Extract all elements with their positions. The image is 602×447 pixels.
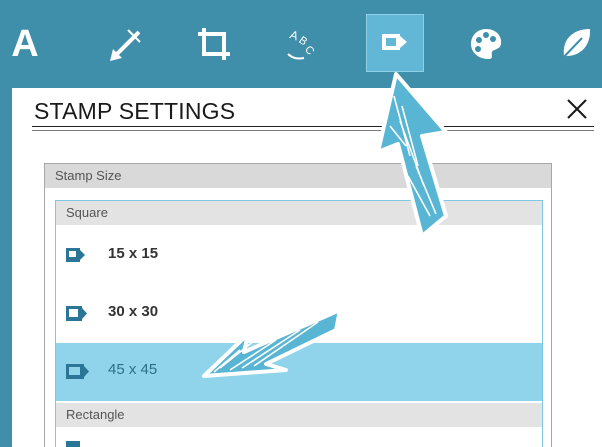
size-option-15x15[interactable]: 15 x 15 xyxy=(56,227,542,285)
palette-icon xyxy=(471,29,502,59)
stamp-square-icon xyxy=(66,306,87,321)
size-option-45x45[interactable]: 45 x 45 xyxy=(56,343,542,401)
size-option-30x30[interactable]: 30 x 30 xyxy=(56,285,542,343)
crop-icon xyxy=(198,28,230,60)
toolbar: A A B C xyxy=(0,0,602,88)
title-divider xyxy=(32,126,594,127)
group-header-square: Square xyxy=(56,201,542,225)
size-option-label: 30 x 30 xyxy=(108,303,159,320)
stamp-tool-button[interactable] xyxy=(366,14,424,72)
close-icon xyxy=(567,99,587,119)
svg-text:C: C xyxy=(302,44,316,58)
nature-tool-button[interactable] xyxy=(548,16,602,72)
crop-tool-button[interactable] xyxy=(186,16,242,72)
stamp-size-section: Stamp Size Square 15 x 15 30 x 30 45 x 4… xyxy=(44,163,552,447)
text-tool-icon: A xyxy=(11,23,39,65)
leaf-icon xyxy=(559,29,591,62)
text-tool-button[interactable]: A xyxy=(5,16,45,72)
group-header-rectangle: Rectangle xyxy=(56,403,542,427)
text-art-icon: A B C xyxy=(287,27,316,60)
stamp-square-icon xyxy=(66,364,89,379)
close-button[interactable] xyxy=(564,96,590,122)
title-divider-secondary xyxy=(32,130,594,131)
stamp-square-icon xyxy=(66,248,85,262)
stamp-size-list[interactable]: Square 15 x 15 30 x 30 45 x 45 Rectangle xyxy=(55,200,543,447)
size-option-label: 45 x 45 xyxy=(108,361,158,378)
text-art-tool-button[interactable]: A B C xyxy=(276,16,332,72)
panel-title: STAMP SETTINGS xyxy=(34,98,236,124)
color-palette-button[interactable] xyxy=(458,16,514,72)
line-arrow-icon xyxy=(110,29,141,61)
stamp-icon xyxy=(382,34,407,50)
stamp-size-header: Stamp Size xyxy=(45,164,551,188)
size-option-label: 15 x 15 xyxy=(108,245,159,262)
stamp-rectangle-icon xyxy=(66,441,80,447)
stamp-settings-panel: STAMP SETTINGS Stamp Size Square 15 x 15… xyxy=(12,88,602,447)
line-tool-button[interactable] xyxy=(98,16,154,72)
stamp-settings-app: A A B C STAMP SETTINGS Stamp Size Square… xyxy=(0,0,602,447)
